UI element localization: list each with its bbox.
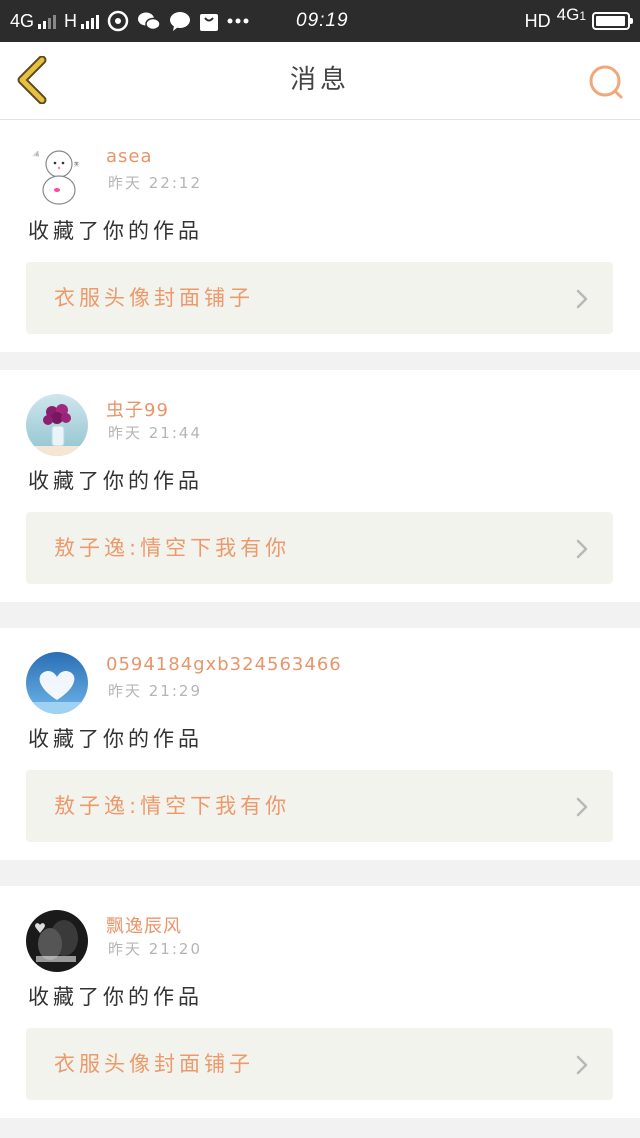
search-button[interactable] [586, 62, 626, 102]
message-card: 0594184gxb324563466 昨天 21:29 收藏了你的作品 敖子逸… [0, 628, 640, 860]
work-link[interactable]: 敖子逸:情空下我有你 [26, 512, 613, 584]
message-action: 收藏了你的作品 [28, 985, 203, 1009]
shopping-bag-icon [199, 10, 219, 32]
network-4g-right-text: 4G [556, 5, 580, 24]
message-action: 收藏了你的作品 [28, 727, 203, 751]
message-action: 收藏了你的作品 [28, 469, 203, 493]
page-title: 消息 [289, 65, 350, 95]
work-title: 敖子逸:情空下我有你 [54, 536, 291, 560]
signal-strength-2-icon [81, 13, 100, 29]
signal-strength-icon [38, 13, 57, 29]
work-link[interactable]: 衣服头像封面铺子 [26, 262, 613, 334]
message-time: 昨天 22:12 [108, 174, 202, 192]
network-h-label: H [64, 10, 78, 31]
snowman-avatar[interactable]: 心情 笑 [26, 144, 88, 206]
status-bar: 4G H 09:19 HD 4G1 [0, 0, 640, 42]
message-action: 收藏了你的作品 [28, 219, 203, 243]
battery-fill [596, 16, 625, 26]
status-time: 09:19 [296, 10, 349, 31]
status-bar-right: HD 4G1 [524, 0, 633, 42]
flower-vase-avatar[interactable] [26, 394, 88, 456]
work-title: 衣服头像封面铺子 [54, 286, 254, 310]
chevron-right-icon [576, 1055, 588, 1075]
work-title: 衣服头像封面铺子 [54, 1052, 254, 1076]
message-time: 昨天 21:44 [108, 424, 202, 442]
battery-icon [592, 12, 633, 30]
user-name[interactable]: 飘逸辰风 [106, 912, 182, 938]
chevron-right-icon [576, 539, 588, 559]
message-time: 昨天 21:20 [108, 940, 202, 958]
message-card: 虫子99 昨天 21:44 收藏了你的作品 敖子逸:情空下我有你 [0, 370, 640, 602]
couple-photo-avatar[interactable] [26, 910, 88, 972]
network-4g-label: 4G [10, 10, 35, 31]
network-sim-number: 1 [579, 9, 586, 23]
user-name[interactable]: 0594184gxb324563466 [106, 654, 342, 675]
svg-text:心情: 心情 [29, 151, 39, 158]
chevron-right-icon [576, 797, 588, 817]
work-title: 敖子逸:情空下我有你 [54, 794, 291, 818]
qq-browser-icon [107, 10, 129, 32]
work-link[interactable]: 衣服头像封面铺子 [26, 1028, 613, 1100]
network-4g-right-label: 4G1 [557, 5, 586, 25]
message-time: 昨天 21:29 [108, 682, 202, 700]
message-card: 飘逸辰风 昨天 21:20 收藏了你的作品 衣服头像封面铺子 [0, 886, 640, 1118]
heart-cloud-avatar[interactable] [26, 652, 88, 714]
status-bar-left: 4G H [10, 0, 249, 42]
hd-label: HD [524, 10, 551, 31]
wechat-icon [137, 10, 161, 32]
more-notifications-icon [227, 17, 249, 25]
search-icon [589, 65, 623, 99]
work-link[interactable]: 敖子逸:情空下我有你 [26, 770, 613, 842]
chevron-right-icon [576, 289, 588, 309]
user-name[interactable]: asea [106, 146, 153, 167]
nav-bar: 消息 [0, 42, 640, 120]
message-card: 心情 笑 asea 昨天 22:12 收藏了你的作品 衣服头像封面铺子 [0, 120, 640, 352]
user-name[interactable]: 虫子99 [106, 396, 169, 422]
chat-bubble-icon [169, 10, 191, 32]
svg-text:笑: 笑 [74, 161, 79, 168]
